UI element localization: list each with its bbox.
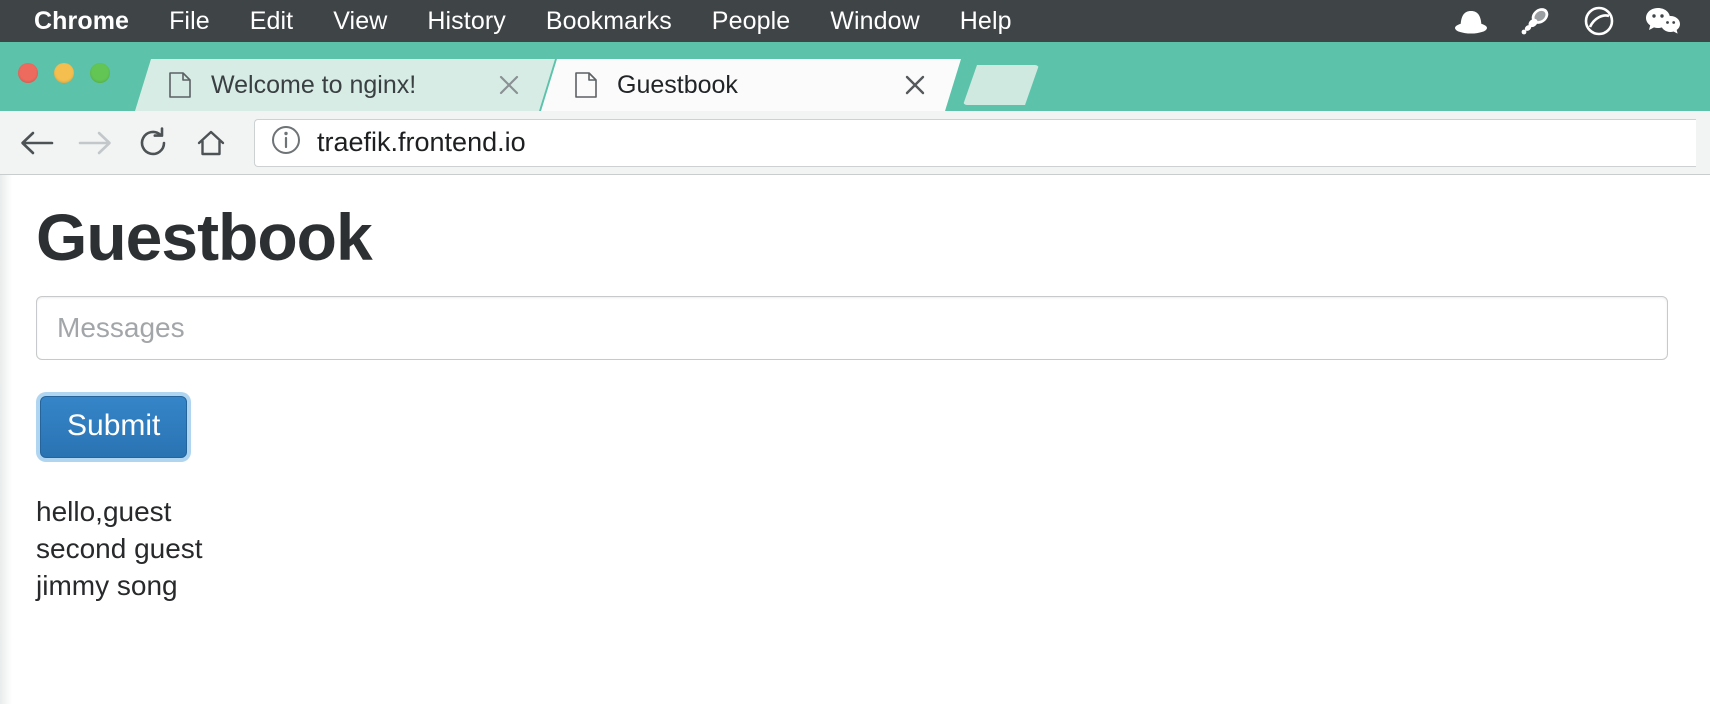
- browser-tab-nginx[interactable]: Welcome to nginx!: [135, 59, 555, 111]
- submit-button-focus-ring: Submit: [36, 392, 191, 462]
- page-content: Guestbook Submit hello,guest second gues…: [0, 175, 1710, 704]
- menu-item-bookmarks[interactable]: Bookmarks: [526, 9, 692, 34]
- menu-item-help[interactable]: Help: [940, 9, 1032, 34]
- window-minimize-button[interactable]: [54, 63, 74, 83]
- bowler-hat-icon[interactable]: [1452, 2, 1490, 40]
- tab-strip: Welcome to nginx! Guestbook: [0, 42, 1710, 111]
- wechat-icon[interactable]: [1644, 2, 1682, 40]
- list-item: second guest: [36, 531, 1674, 568]
- macos-menu-bar: Chrome File Edit View History Bookmarks …: [0, 0, 1710, 42]
- menu-bar-status-icons: [1452, 2, 1692, 40]
- tabs-container: Welcome to nginx! Guestbook: [135, 42, 1039, 111]
- tab-title: Guestbook: [617, 71, 895, 100]
- list-item: jimmy song: [36, 568, 1674, 605]
- info-circle-icon[interactable]: [271, 125, 301, 160]
- home-icon[interactable]: [184, 116, 238, 170]
- address-bar[interactable]: traefik.frontend.io: [254, 119, 1696, 167]
- circle-curve-icon[interactable]: [1580, 2, 1618, 40]
- forward-arrow-icon: [68, 116, 122, 170]
- address-bar-url: traefik.frontend.io: [317, 127, 526, 158]
- page-left-shadow: [0, 175, 12, 704]
- list-item: hello,guest: [36, 494, 1674, 531]
- page-document-icon: [169, 72, 191, 98]
- messages-list: hello,guest second guest jimmy song: [36, 494, 1674, 605]
- new-tab-button[interactable]: [963, 65, 1039, 105]
- menu-item-people[interactable]: People: [692, 9, 810, 34]
- window-controls: [18, 63, 110, 83]
- messages-input[interactable]: [36, 296, 1668, 360]
- menu-item-window[interactable]: Window: [810, 9, 940, 34]
- menu-item-file[interactable]: File: [149, 9, 230, 34]
- tab-close-icon[interactable]: [895, 65, 935, 105]
- shell-spiral-icon[interactable]: [1516, 2, 1554, 40]
- menu-item-view[interactable]: View: [313, 9, 407, 34]
- tab-title: Welcome to nginx!: [211, 71, 489, 100]
- browser-toolbar: traefik.frontend.io: [0, 111, 1710, 175]
- back-arrow-icon[interactable]: [10, 116, 64, 170]
- page-title: Guestbook: [36, 201, 1674, 274]
- menu-item-edit[interactable]: Edit: [230, 9, 313, 34]
- browser-tab-guestbook[interactable]: Guestbook: [541, 59, 961, 111]
- reload-icon[interactable]: [126, 116, 180, 170]
- menu-item-history[interactable]: History: [407, 9, 525, 34]
- page-document-icon: [575, 72, 597, 98]
- menu-bar-items: Chrome File Edit View History Bookmarks …: [26, 9, 1032, 34]
- submit-button[interactable]: Submit: [40, 396, 187, 458]
- tab-close-icon[interactable]: [489, 65, 529, 105]
- menu-item-chrome[interactable]: Chrome: [26, 9, 149, 34]
- window-close-button[interactable]: [18, 63, 38, 83]
- window-zoom-button[interactable]: [90, 63, 110, 83]
